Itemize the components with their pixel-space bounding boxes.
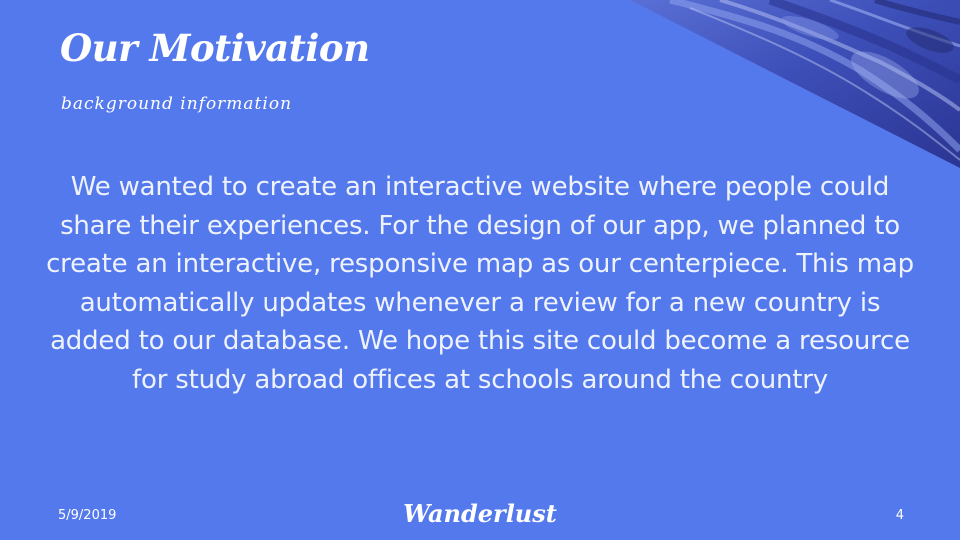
corner-canyon-photo (630, 0, 960, 168)
footer-brand-logo: Wanderlust (403, 499, 557, 528)
slide-title: Our Motivation (60, 26, 370, 70)
slide: Our Motivation background information We… (0, 0, 960, 540)
slide-body-text: We wanted to create an interactive websi… (46, 172, 914, 395)
slide-number: 4 (895, 508, 904, 523)
slide-subtitle: background information (61, 94, 293, 114)
footer-date: 5/9/2019 (58, 508, 117, 523)
